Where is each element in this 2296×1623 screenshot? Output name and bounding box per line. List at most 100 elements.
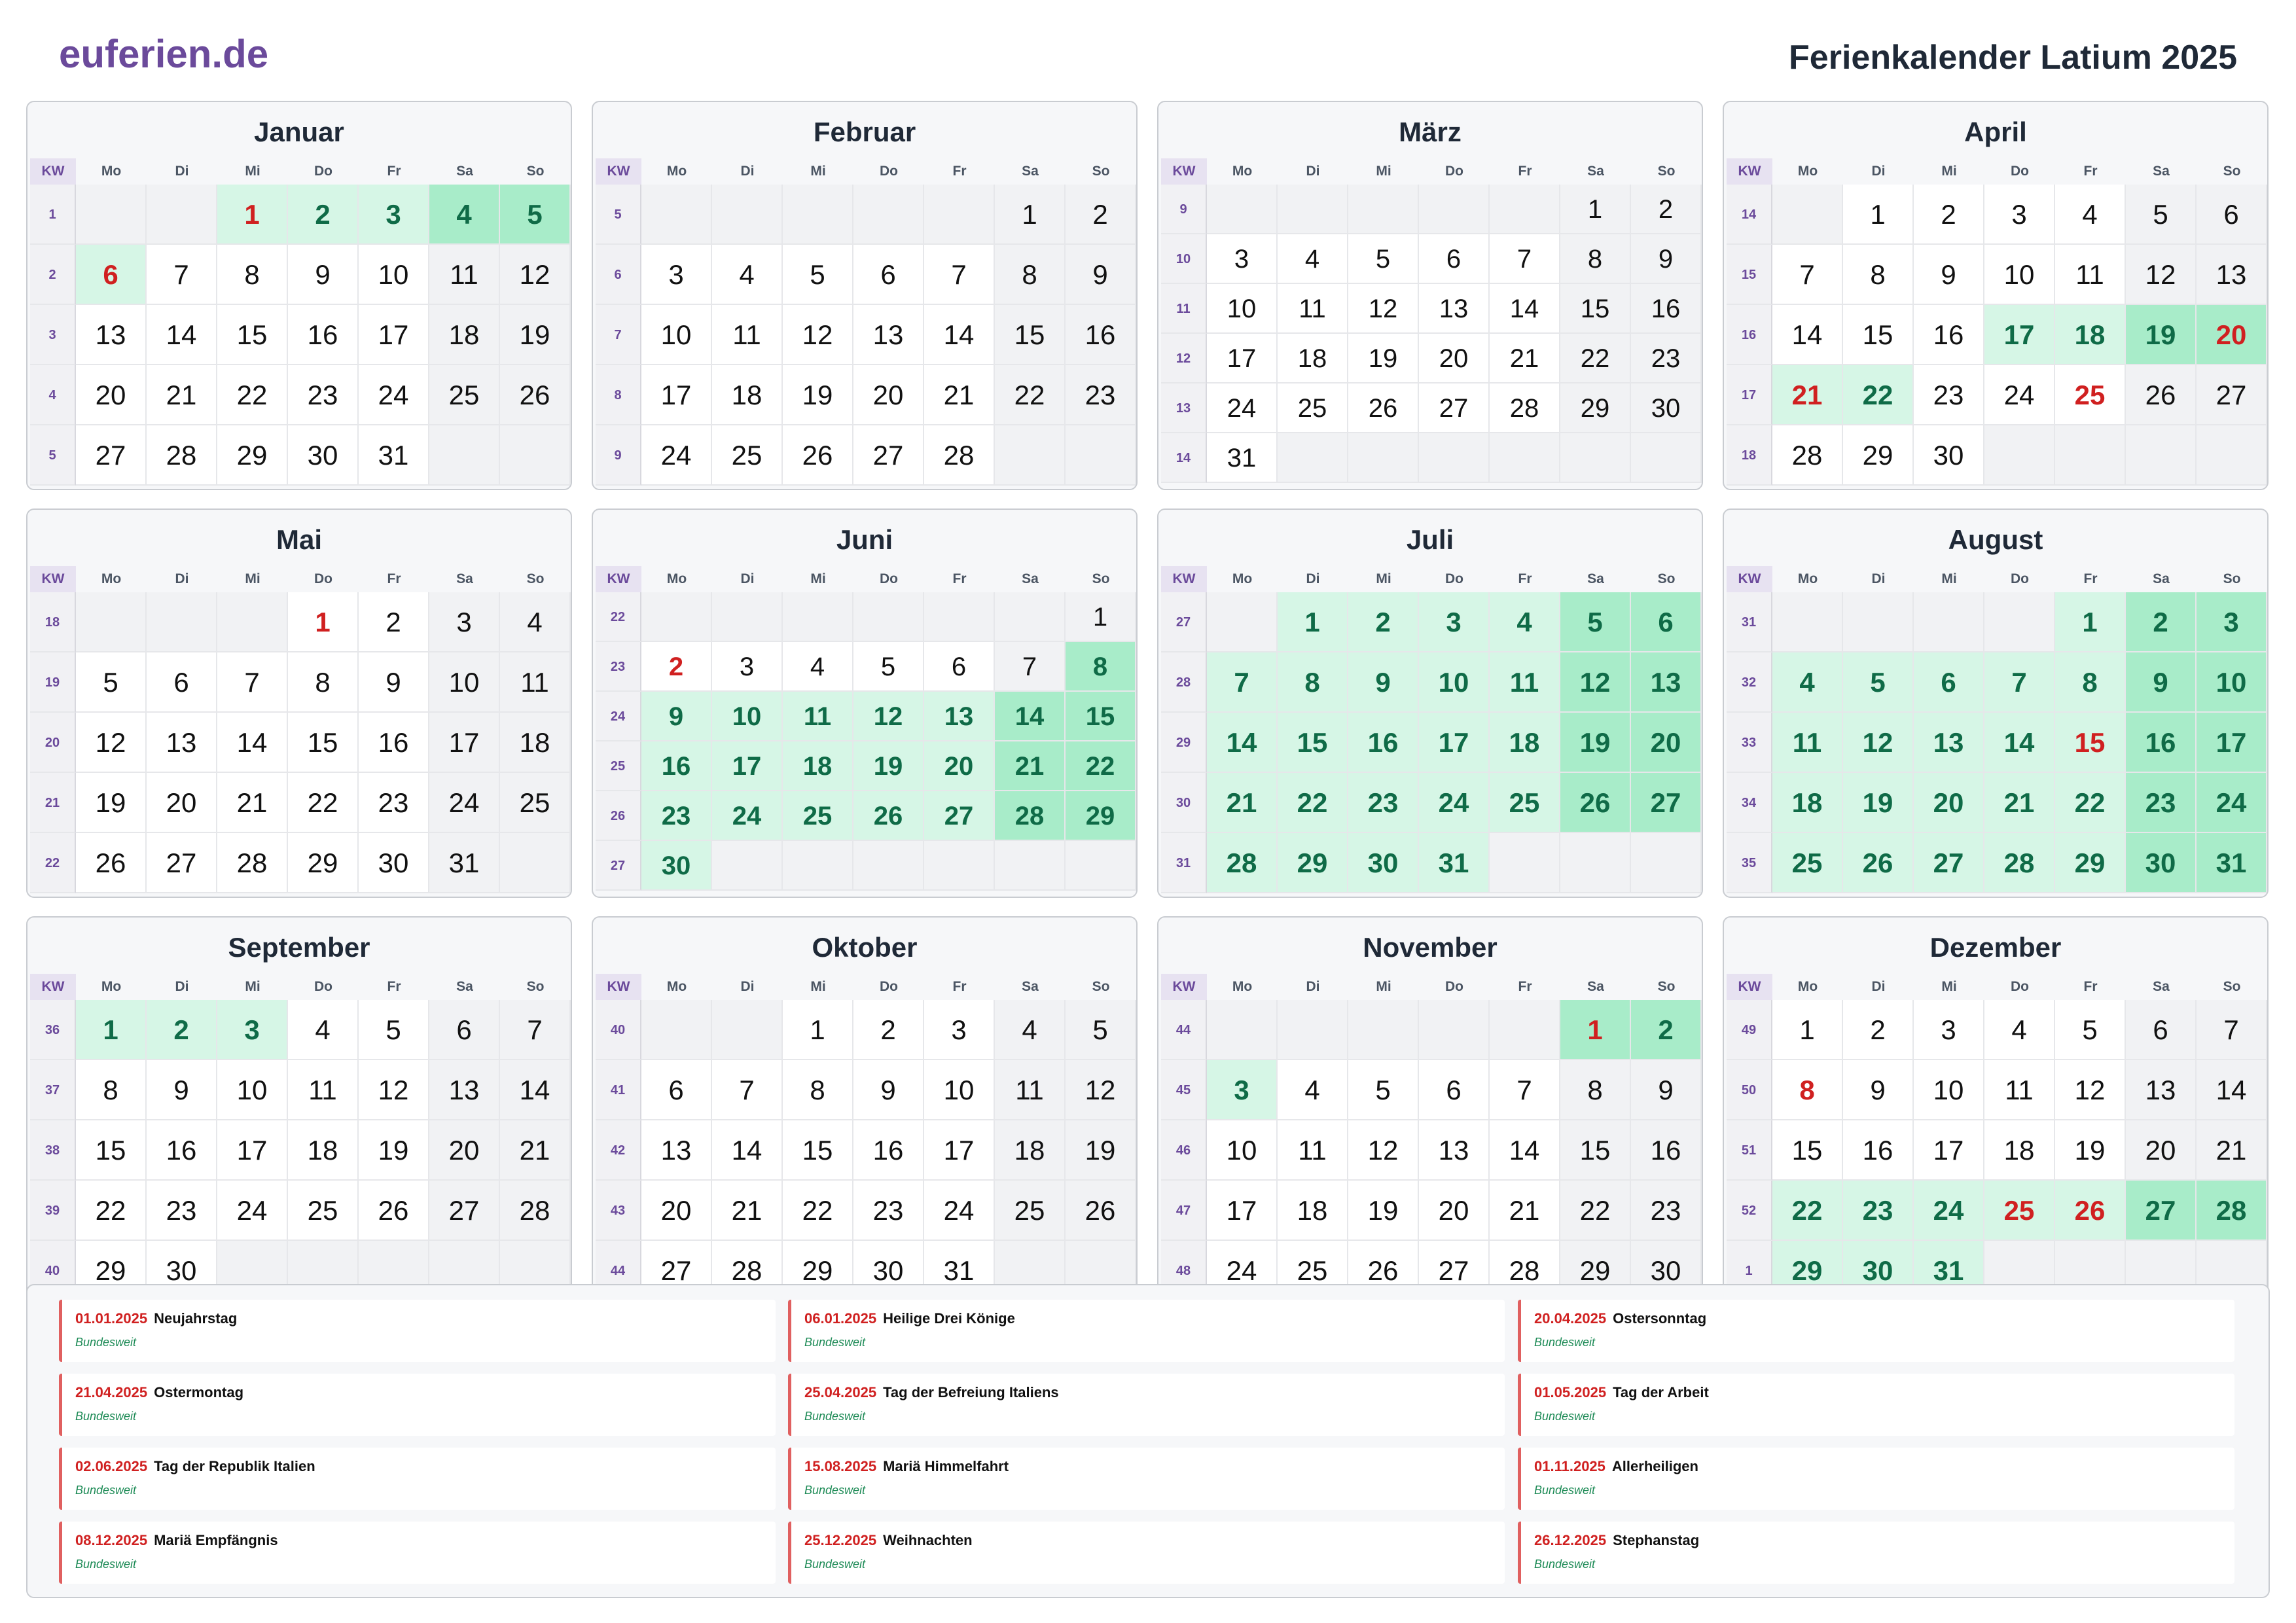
day-cell[interactable]: 22 <box>1560 1181 1631 1241</box>
day-cell[interactable]: 19 <box>1560 713 1631 773</box>
day-cell[interactable]: 19 <box>76 773 147 833</box>
day-cell[interactable]: 14 <box>1772 305 1843 365</box>
day-cell[interactable]: 28 <box>924 425 995 486</box>
day-cell[interactable]: 17 <box>1207 334 1278 383</box>
day-cell[interactable]: 13 <box>1419 284 1490 334</box>
day-cell[interactable]: 10 <box>641 305 712 365</box>
day-cell[interactable]: 20 <box>1631 713 1702 773</box>
day-cell[interactable]: 11 <box>1490 652 1560 713</box>
day-cell[interactable]: 27 <box>1914 833 1984 893</box>
day-cell[interactable]: 7 <box>995 642 1066 692</box>
day-cell[interactable]: 23 <box>1631 334 1702 383</box>
day-cell[interactable]: 18 <box>429 305 500 365</box>
day-cell[interactable]: 10 <box>712 692 783 741</box>
day-cell[interactable]: 21 <box>147 365 217 425</box>
day-cell[interactable]: 10 <box>1984 245 2055 305</box>
day-cell[interactable]: 2 <box>147 1000 217 1060</box>
day-cell[interactable]: 27 <box>853 425 924 486</box>
day-cell[interactable]: 22 <box>1843 365 1914 425</box>
day-cell[interactable]: 30 <box>359 833 429 893</box>
day-cell[interactable]: 22 <box>1278 773 1348 833</box>
day-cell[interactable]: 24 <box>1207 383 1278 433</box>
day-cell[interactable]: 13 <box>2126 1060 2197 1120</box>
day-cell[interactable]: 5 <box>1348 234 1419 284</box>
day-cell[interactable]: 1 <box>1843 185 1914 245</box>
day-cell[interactable]: 29 <box>288 833 359 893</box>
day-cell[interactable]: 9 <box>1348 652 1419 713</box>
day-cell[interactable]: 14 <box>500 1060 571 1120</box>
day-cell[interactable]: 8 <box>76 1060 147 1120</box>
day-cell[interactable]: 5 <box>2126 185 2197 245</box>
day-cell[interactable]: 20 <box>147 773 217 833</box>
day-cell[interactable]: 7 <box>147 245 217 305</box>
day-cell[interactable]: 25 <box>783 791 853 841</box>
day-cell[interactable]: 17 <box>1207 1181 1278 1241</box>
day-cell[interactable]: 20 <box>2197 305 2267 365</box>
day-cell[interactable]: 24 <box>1419 773 1490 833</box>
day-cell[interactable]: 20 <box>76 365 147 425</box>
day-cell[interactable]: 6 <box>1631 592 1702 652</box>
day-cell[interactable]: 19 <box>359 1120 429 1181</box>
day-cell[interactable]: 30 <box>1348 833 1419 893</box>
day-cell[interactable]: 24 <box>429 773 500 833</box>
day-cell[interactable]: 18 <box>1772 773 1843 833</box>
day-cell[interactable]: 12 <box>1066 1060 1136 1120</box>
day-cell[interactable]: 30 <box>641 841 712 891</box>
day-cell[interactable]: 27 <box>1419 383 1490 433</box>
day-cell[interactable]: 13 <box>1419 1120 1490 1181</box>
day-cell[interactable]: 17 <box>359 305 429 365</box>
day-cell[interactable]: 16 <box>359 713 429 773</box>
day-cell[interactable]: 6 <box>641 1060 712 1120</box>
day-cell[interactable]: 25 <box>1278 383 1348 433</box>
day-cell[interactable]: 18 <box>1278 1181 1348 1241</box>
day-cell[interactable]: 10 <box>1914 1060 1984 1120</box>
day-cell[interactable]: 24 <box>924 1181 995 1241</box>
day-cell[interactable]: 11 <box>2055 245 2126 305</box>
day-cell[interactable]: 22 <box>1560 334 1631 383</box>
day-cell[interactable]: 28 <box>1490 383 1560 433</box>
day-cell[interactable]: 27 <box>2197 365 2267 425</box>
day-cell[interactable]: 30 <box>1631 383 1702 433</box>
day-cell[interactable]: 1 <box>995 185 1066 245</box>
day-cell[interactable]: 23 <box>359 773 429 833</box>
day-cell[interactable]: 18 <box>1278 334 1348 383</box>
day-cell[interactable]: 10 <box>429 652 500 713</box>
day-cell[interactable]: 28 <box>500 1181 571 1241</box>
day-cell[interactable]: 9 <box>2126 652 2197 713</box>
day-cell[interactable]: 14 <box>1984 713 2055 773</box>
day-cell[interactable]: 2 <box>288 185 359 245</box>
day-cell[interactable]: 1 <box>1560 1000 1631 1060</box>
day-cell[interactable]: 23 <box>1914 365 1984 425</box>
day-cell[interactable]: 16 <box>1066 305 1136 365</box>
day-cell[interactable]: 24 <box>641 425 712 486</box>
day-cell[interactable]: 16 <box>1914 305 1984 365</box>
day-cell[interactable]: 1 <box>288 592 359 652</box>
day-cell[interactable]: 15 <box>76 1120 147 1181</box>
day-cell[interactable]: 13 <box>853 305 924 365</box>
day-cell[interactable]: 7 <box>1984 652 2055 713</box>
site-logo[interactable]: euferien.de <box>59 31 268 77</box>
day-cell[interactable]: 4 <box>1984 1000 2055 1060</box>
day-cell[interactable]: 14 <box>147 305 217 365</box>
day-cell[interactable]: 29 <box>1278 833 1348 893</box>
day-cell[interactable]: 16 <box>288 305 359 365</box>
day-cell[interactable]: 8 <box>1278 652 1348 713</box>
day-cell[interactable]: 4 <box>500 592 571 652</box>
day-cell[interactable]: 25 <box>995 1181 1066 1241</box>
day-cell[interactable]: 10 <box>2197 652 2267 713</box>
day-cell[interactable]: 14 <box>217 713 288 773</box>
day-cell[interactable]: 28 <box>1984 833 2055 893</box>
day-cell[interactable]: 20 <box>641 1181 712 1241</box>
day-cell[interactable]: 16 <box>1631 1120 1702 1181</box>
day-cell[interactable]: 18 <box>500 713 571 773</box>
day-cell[interactable]: 25 <box>2055 365 2126 425</box>
day-cell[interactable]: 19 <box>2126 305 2197 365</box>
day-cell[interactable]: 10 <box>924 1060 995 1120</box>
day-cell[interactable]: 16 <box>147 1120 217 1181</box>
day-cell[interactable]: 21 <box>500 1120 571 1181</box>
day-cell[interactable]: 8 <box>1066 642 1136 692</box>
day-cell[interactable]: 2 <box>1843 1000 1914 1060</box>
day-cell[interactable]: 2 <box>641 642 712 692</box>
day-cell[interactable]: 15 <box>288 713 359 773</box>
day-cell[interactable]: 17 <box>1914 1120 1984 1181</box>
